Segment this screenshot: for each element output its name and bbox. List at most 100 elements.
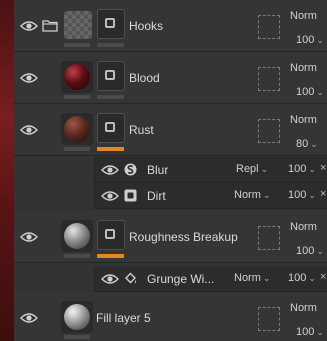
mask-thumbnail[interactable]: [97, 61, 125, 91]
layer-row-fill-layer-5[interactable]: Fill layer 5 Norm 100 ⌄: [14, 292, 327, 341]
blend-mode-select[interactable]: Norm ⌄: [234, 272, 270, 284]
layer-name: Rust: [129, 123, 154, 137]
chevron-down-icon: ⌄: [316, 246, 324, 256]
mask-underline: [97, 95, 124, 99]
opacity-value: 100: [288, 272, 307, 284]
close-icon[interactable]: ×: [320, 188, 326, 200]
layer-thumbnail: [64, 11, 92, 39]
visibility-eye-icon[interactable]: [20, 312, 38, 324]
chevron-down-icon: ⌄: [316, 327, 324, 337]
mask-thumbnail[interactable]: [97, 113, 125, 143]
layer-name: Roughness Breakup: [129, 230, 238, 244]
viewport-edge: [0, 0, 14, 341]
opacity-value: 100: [288, 189, 307, 201]
blur-filter-icon: [124, 163, 137, 176]
thumbnail-underline: [64, 43, 90, 47]
blend-mode-select[interactable]: Repl ⌄: [236, 163, 268, 175]
opacity-value: 100: [296, 86, 315, 98]
blend-mode-select[interactable]: Norm: [290, 221, 317, 233]
layer-row-rust[interactable]: Rust Norm 80 ⌄: [14, 104, 327, 156]
opacity-select[interactable]: 100 ⌄: [296, 86, 324, 98]
close-icon[interactable]: ×: [320, 162, 326, 174]
thumbnail-underline: [64, 254, 90, 258]
blend-mode-select[interactable]: Norm ⌄: [234, 189, 270, 201]
chevron-down-icon: ⌄: [316, 87, 324, 97]
blend-mode-value: Norm: [290, 62, 317, 74]
mask-square-icon: [105, 70, 115, 80]
close-icon[interactable]: ×: [320, 271, 326, 283]
opacity-select[interactable]: 100 ⌄: [296, 245, 324, 257]
mask-thumbnail[interactable]: [97, 220, 125, 250]
chevron-down-icon: ⌄: [262, 273, 271, 283]
effect-row-grunge[interactable]: Grunge Wi... Norm ⌄ 100 ⌄ ×: [94, 266, 327, 292]
fill-bucket-icon: [124, 272, 137, 285]
opacity-select[interactable]: 80 ⌄: [296, 138, 318, 150]
visibility-eye-icon[interactable]: [20, 124, 38, 136]
chevron-down-icon: ⌄: [262, 190, 271, 200]
blend-mode-value: Norm: [290, 114, 317, 126]
mask-selected-underline: [97, 147, 124, 151]
visibility-eye-icon[interactable]: [20, 231, 38, 243]
opacity-value: 100: [288, 163, 307, 175]
opacity-select[interactable]: 100 ⌄: [288, 163, 316, 175]
mask-selected-underline: [97, 254, 124, 258]
effect-row-dirt[interactable]: Dirt Norm ⌄ 100 ⌄ ×: [94, 183, 327, 209]
thumbnail-underline: [64, 335, 90, 339]
opacity-value: 100: [296, 326, 315, 338]
visibility-eye-icon[interactable]: [20, 20, 38, 32]
material-sphere-thumbnail: [64, 116, 90, 142]
chevron-down-icon: ⌄: [260, 164, 269, 174]
chevron-down-icon: ⌄: [316, 35, 324, 45]
blend-mode-select[interactable]: Norm: [290, 10, 317, 22]
mask-placeholder[interactable]: [258, 119, 280, 143]
effect-name: Dirt: [147, 189, 166, 203]
blend-mode-value: Norm: [290, 10, 317, 22]
layer-name: Hooks: [129, 19, 164, 33]
chevron-down-icon: ⌄: [308, 190, 316, 200]
chevron-down-icon: ⌄: [310, 139, 318, 149]
mask-placeholder[interactable]: [258, 15, 280, 39]
material-sphere-thumbnail: [64, 64, 90, 90]
mask-square-icon: [105, 18, 115, 28]
layer-name: Blood: [129, 71, 160, 85]
layer-row-roughness-breakup[interactable]: Roughness Breakup Norm 100 ⌄: [14, 211, 327, 263]
mask-underline: [97, 43, 124, 47]
blend-mode-select[interactable]: Norm: [290, 62, 317, 74]
visibility-eye-icon[interactable]: [101, 190, 119, 202]
effect-row-blur[interactable]: Blur Repl ⌄ 100 ⌄ ×: [94, 157, 327, 183]
layer-name: Fill layer 5: [96, 311, 151, 325]
effect-name: Grunge Wi...: [147, 272, 215, 286]
layer-row-blood[interactable]: Blood Norm 100 ⌄: [14, 52, 327, 104]
blend-mode-value: Repl: [236, 163, 259, 175]
blend-mode-value: Norm: [234, 189, 261, 201]
opacity-value: 100: [296, 245, 315, 257]
thumbnail-underline: [64, 95, 90, 99]
opacity-value: 100: [296, 34, 315, 46]
effect-name: Blur: [147, 163, 169, 177]
opacity-value: 80: [296, 138, 309, 150]
material-sphere-thumbnail: [64, 223, 90, 249]
generator-icon: [124, 189, 137, 202]
blend-mode-value: Norm: [234, 272, 261, 284]
visibility-eye-icon[interactable]: [20, 72, 38, 84]
chevron-down-icon: ⌄: [308, 164, 316, 174]
mask-placeholder[interactable]: [258, 307, 280, 331]
visibility-eye-icon[interactable]: [101, 164, 119, 176]
layer-row-hooks[interactable]: Hooks Norm 100 ⌄: [14, 0, 327, 52]
blend-mode-select[interactable]: Norm: [290, 302, 317, 314]
material-sphere-thumbnail: [64, 304, 90, 330]
blend-mode-select[interactable]: Norm: [290, 114, 317, 126]
layer-stack-panel: Hooks Norm 100 ⌄ Blood Norm 100 ⌄ Rust Nor…: [14, 0, 327, 341]
opacity-select[interactable]: 100 ⌄: [288, 272, 316, 284]
opacity-select[interactable]: 100 ⌄: [296, 326, 324, 338]
opacity-select[interactable]: 100 ⌄: [296, 34, 324, 46]
blend-mode-value: Norm: [290, 302, 317, 314]
thumbnail-underline: [64, 147, 90, 151]
mask-placeholder[interactable]: [258, 226, 280, 250]
visibility-eye-icon[interactable]: [101, 273, 119, 285]
blend-mode-value: Norm: [290, 221, 317, 233]
mask-placeholder[interactable]: [258, 67, 280, 91]
chevron-down-icon: ⌄: [308, 273, 316, 283]
mask-thumbnail[interactable]: [97, 9, 125, 39]
opacity-select[interactable]: 100 ⌄: [288, 189, 316, 201]
